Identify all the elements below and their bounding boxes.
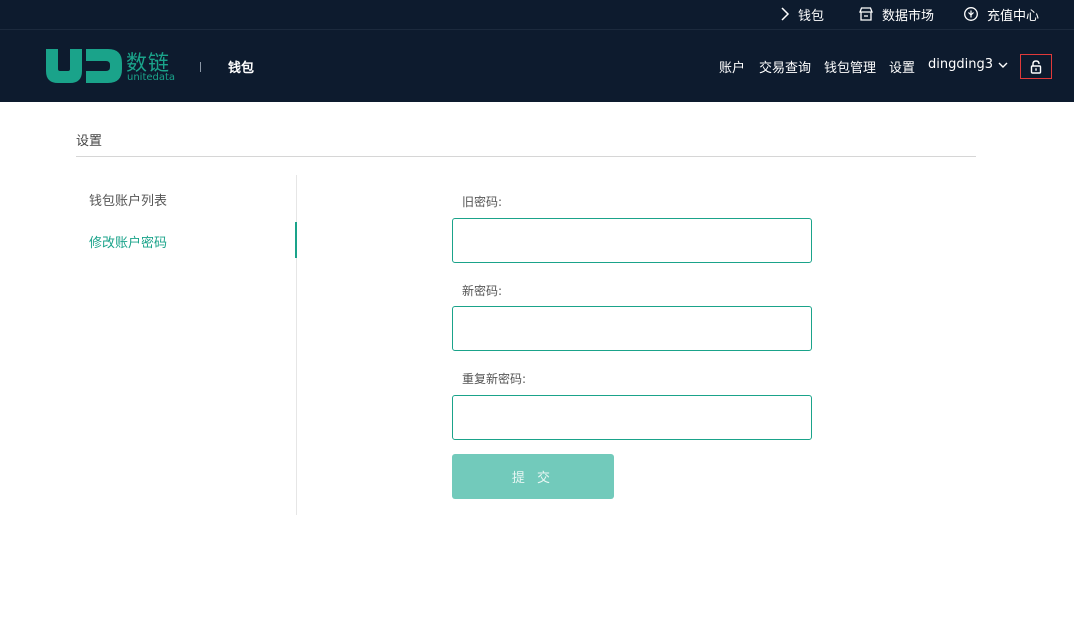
user-menu[interactable]: dingding3 [928, 57, 1008, 72]
header-divider [200, 62, 201, 72]
page-title: 设置 [76, 134, 103, 149]
old-password-label: 旧密码: [462, 195, 503, 209]
new-password-field[interactable] [452, 306, 812, 351]
logo[interactable]: 数链 unitedata [46, 49, 176, 85]
nav-transactions[interactable]: 交易查询 [759, 57, 811, 76]
lock-icon [1030, 59, 1042, 74]
store-icon [859, 7, 873, 21]
logo-english-text: unitedata [127, 72, 176, 83]
username: dingding3 [928, 57, 993, 72]
topbar-wallet-label: 钱包 [798, 8, 825, 24]
nav-account[interactable]: 账户 [719, 57, 745, 76]
topbar-recharge-link[interactable]: 充值中心 [963, 0, 1039, 28]
topbar-wallet-link[interactable]: 钱包 [780, 0, 824, 28]
lock-button[interactable] [1020, 54, 1052, 79]
settings-sidebar: 钱包账户列表 修改账户密码 [76, 175, 297, 515]
sidebar-item-wallet-accounts[interactable]: 钱包账户列表 [89, 190, 167, 209]
topbar-data-market-link[interactable]: 数据市场 [858, 0, 934, 28]
main-header: 数链 unitedata 钱包 账户 交易查询 钱包管理 设置 dingding… [0, 30, 1074, 102]
repeat-password-label: 重复新密码: [462, 372, 527, 386]
top-utility-bar: 钱包 数据市场 充值中心 [0, 0, 1074, 30]
topbar-data-market-label: 数据市场 [882, 8, 935, 24]
topbar-recharge-label: 充值中心 [987, 8, 1040, 24]
sidebar-item-change-password[interactable]: 修改账户密码 [89, 232, 167, 251]
new-password-label: 新密码: [462, 284, 503, 298]
title-divider [76, 156, 976, 157]
nav-settings[interactable]: 设置 [889, 57, 915, 76]
sidebar-active-indicator [295, 222, 297, 258]
nav-wallet-management[interactable]: 钱包管理 [824, 57, 876, 76]
old-password-field[interactable] [452, 218, 812, 263]
header-title: 钱包 [228, 61, 255, 76]
chevron-right-icon [781, 7, 790, 21]
chevron-down-icon [998, 62, 1008, 68]
logo-mark-icon [46, 49, 122, 83]
submit-button[interactable]: 提 交 [452, 454, 614, 499]
recharge-icon [964, 7, 978, 21]
repeat-password-field[interactable] [452, 395, 812, 440]
